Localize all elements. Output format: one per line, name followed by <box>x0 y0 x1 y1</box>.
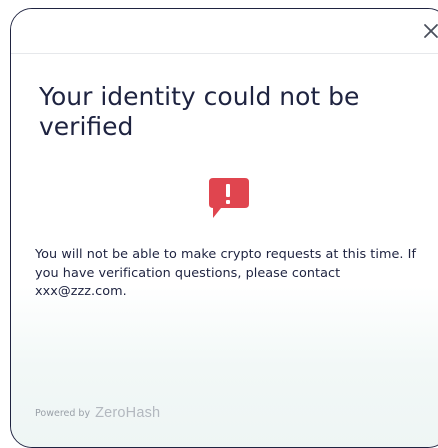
verification-dialog: Your identity could not be verified You … <box>10 8 438 448</box>
alert-chat-bubble-icon <box>209 178 249 218</box>
powered-by-label: Powered by <box>35 407 91 419</box>
zerohash-logo: ZeroHash <box>95 405 160 421</box>
powered-by: Powered by ZeroHash <box>35 405 160 421</box>
dialog-title: Your identity could not be verified <box>39 82 360 141</box>
dialog-header <box>11 9 438 54</box>
close-icon <box>424 24 438 38</box>
close-button[interactable] <box>419 19 438 43</box>
dialog-message: You will not be able to make crypto requ… <box>35 247 417 299</box>
brand-logo-text: ZeroHash <box>95 405 161 421</box>
dialog-body: Your identity could not be verified You … <box>11 54 438 447</box>
